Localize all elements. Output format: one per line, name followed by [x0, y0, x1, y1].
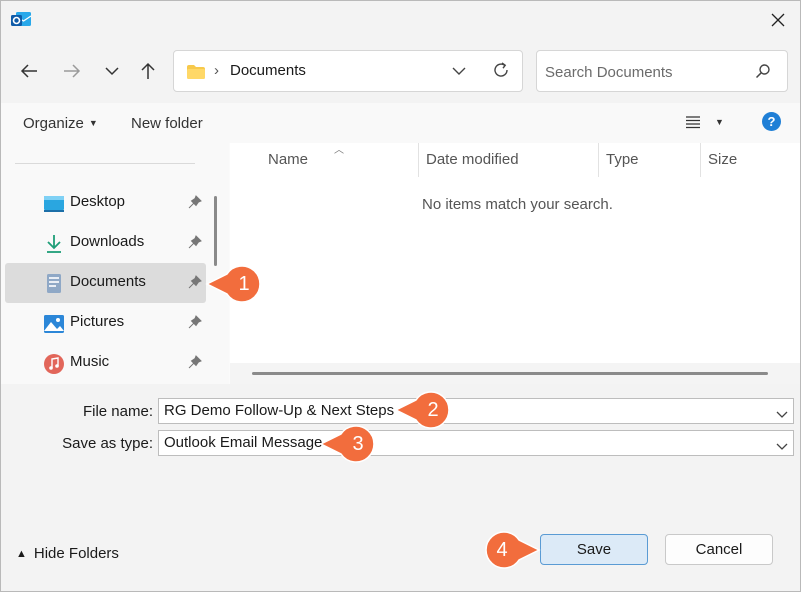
folder-icon: [186, 64, 206, 84]
help-button[interactable]: ?: [762, 112, 781, 131]
sidebar-item-label: Pictures: [70, 313, 125, 330]
sidebar-item-pictures[interactable]: Pictures: [5, 303, 206, 343]
callout-number: 1: [238, 273, 250, 295]
organize-menu-button[interactable]: Organize ▼: [23, 115, 98, 132]
navigation-bar: › Documents: [1, 39, 800, 103]
caret-down-icon: ▼: [88, 118, 98, 128]
sort-ascending-icon: ︿: [334, 145, 344, 156]
search-input[interactable]: [545, 61, 745, 83]
chevron-down-icon[interactable]: [776, 438, 788, 455]
callout-number: 2: [427, 399, 439, 421]
search-box[interactable]: [536, 50, 788, 92]
callout-marker: 1: [205, 264, 265, 304]
address-bar[interactable]: › Documents: [173, 50, 523, 92]
save-as-dialog: › Documents Organize ▼ New folder ▼ ?: [0, 0, 801, 592]
file-name-value[interactable]: RG Demo Follow-Up & Next Steps: [164, 402, 394, 419]
arrow-left-icon: [20, 64, 37, 78]
sidebar-item-label: Downloads: [70, 233, 145, 250]
horizontal-scrollbar[interactable]: [230, 363, 800, 384]
pin-icon: [188, 235, 202, 253]
hide-folders-label: Hide Folders: [33, 545, 119, 562]
sidebar-item-documents[interactable]: Documents: [5, 263, 206, 303]
arrow-right-icon: [64, 64, 81, 78]
recent-locations-button[interactable]: [100, 59, 124, 83]
save-as-type-value[interactable]: Outlook Email Message: [164, 434, 322, 451]
scrollbar-thumb[interactable]: [252, 372, 768, 375]
close-icon: [771, 13, 785, 27]
organize-label: Organize: [23, 115, 84, 132]
hide-folders-toggle[interactable]: ▲ Hide Folders: [16, 545, 119, 562]
save-as-type-label: Save as type:: [62, 435, 153, 452]
sidebar-item-label: Desktop: [70, 193, 126, 210]
divider: [15, 163, 195, 164]
sidebar-item-downloads[interactable]: Downloads: [5, 223, 206, 263]
caret-down-icon[interactable]: ▼: [715, 117, 724, 127]
back-button[interactable]: [17, 59, 41, 83]
new-folder-button[interactable]: New folder: [131, 115, 203, 132]
save-button[interactable]: Save: [540, 534, 648, 565]
title-bar: [1, 1, 800, 39]
list-view-icon: [686, 116, 700, 129]
pin-icon: [188, 275, 202, 293]
chevron-down-icon: [452, 67, 466, 75]
pin-icon: [188, 315, 202, 333]
arrow-up-icon: [141, 62, 155, 79]
up-button[interactable]: [136, 59, 160, 83]
address-history-button[interactable]: [452, 63, 466, 80]
documents-icon: [43, 273, 65, 295]
column-header-size[interactable]: Size: [708, 151, 737, 168]
callout-marker: 2: [394, 390, 454, 430]
sidebar-item-label: Music: [70, 353, 110, 370]
sidebar-item-desktop[interactable]: Desktop: [5, 183, 206, 223]
breadcrumb-documents[interactable]: Documents: [230, 62, 306, 79]
column-header-name[interactable]: Name: [268, 151, 308, 168]
column-divider[interactable]: [598, 143, 599, 177]
save-as-type-select[interactable]: Outlook Email Message: [158, 430, 794, 456]
pictures-icon: [43, 313, 65, 335]
pin-icon: [188, 355, 202, 373]
desktop-icon: [43, 193, 65, 215]
sidebar-item-music[interactable]: Music: [5, 343, 206, 383]
chevron-up-icon: ▲: [16, 548, 27, 560]
callout-number: 4: [496, 539, 508, 561]
column-header-date-modified[interactable]: Date modified: [426, 151, 519, 168]
cancel-button[interactable]: Cancel: [665, 534, 773, 565]
column-divider[interactable]: [418, 143, 419, 177]
refresh-icon: [494, 62, 508, 77]
search-icon: [755, 63, 771, 83]
dialog-footer: ▲ Hide Folders Save Cancel: [1, 509, 800, 591]
navigation-pane: Desktop Downloads Documents Pictures Mus…: [1, 143, 229, 384]
outlook-icon: [10, 10, 32, 30]
chevron-down-icon[interactable]: [776, 406, 788, 423]
sidebar-item-label: Documents: [70, 273, 146, 290]
callout-marker: 3: [319, 424, 379, 464]
column-header-type[interactable]: Type: [606, 151, 639, 168]
sidebar-scrollbar[interactable]: [214, 196, 217, 266]
download-icon: [43, 233, 65, 255]
callout-marker: 4: [479, 530, 541, 570]
column-divider[interactable]: [700, 143, 701, 177]
callout-number: 3: [352, 433, 364, 455]
command-bar: Organize ▼ New folder ▼: [1, 103, 800, 143]
refresh-button[interactable]: [492, 61, 510, 83]
music-icon: [43, 353, 65, 375]
file-name-label: File name:: [82, 403, 153, 420]
chevron-down-icon: [105, 67, 119, 76]
close-button[interactable]: [764, 7, 792, 33]
empty-list-message: No items match your search.: [422, 196, 613, 213]
pin-icon: [188, 195, 202, 213]
breadcrumb-separator: ›: [214, 62, 219, 79]
forward-button[interactable]: [60, 59, 84, 83]
view-options-button[interactable]: [685, 115, 701, 133]
file-list: Name ︿ Date modified Type Size No items …: [230, 143, 800, 384]
file-name-field[interactable]: RG Demo Follow-Up & Next Steps: [158, 398, 794, 424]
